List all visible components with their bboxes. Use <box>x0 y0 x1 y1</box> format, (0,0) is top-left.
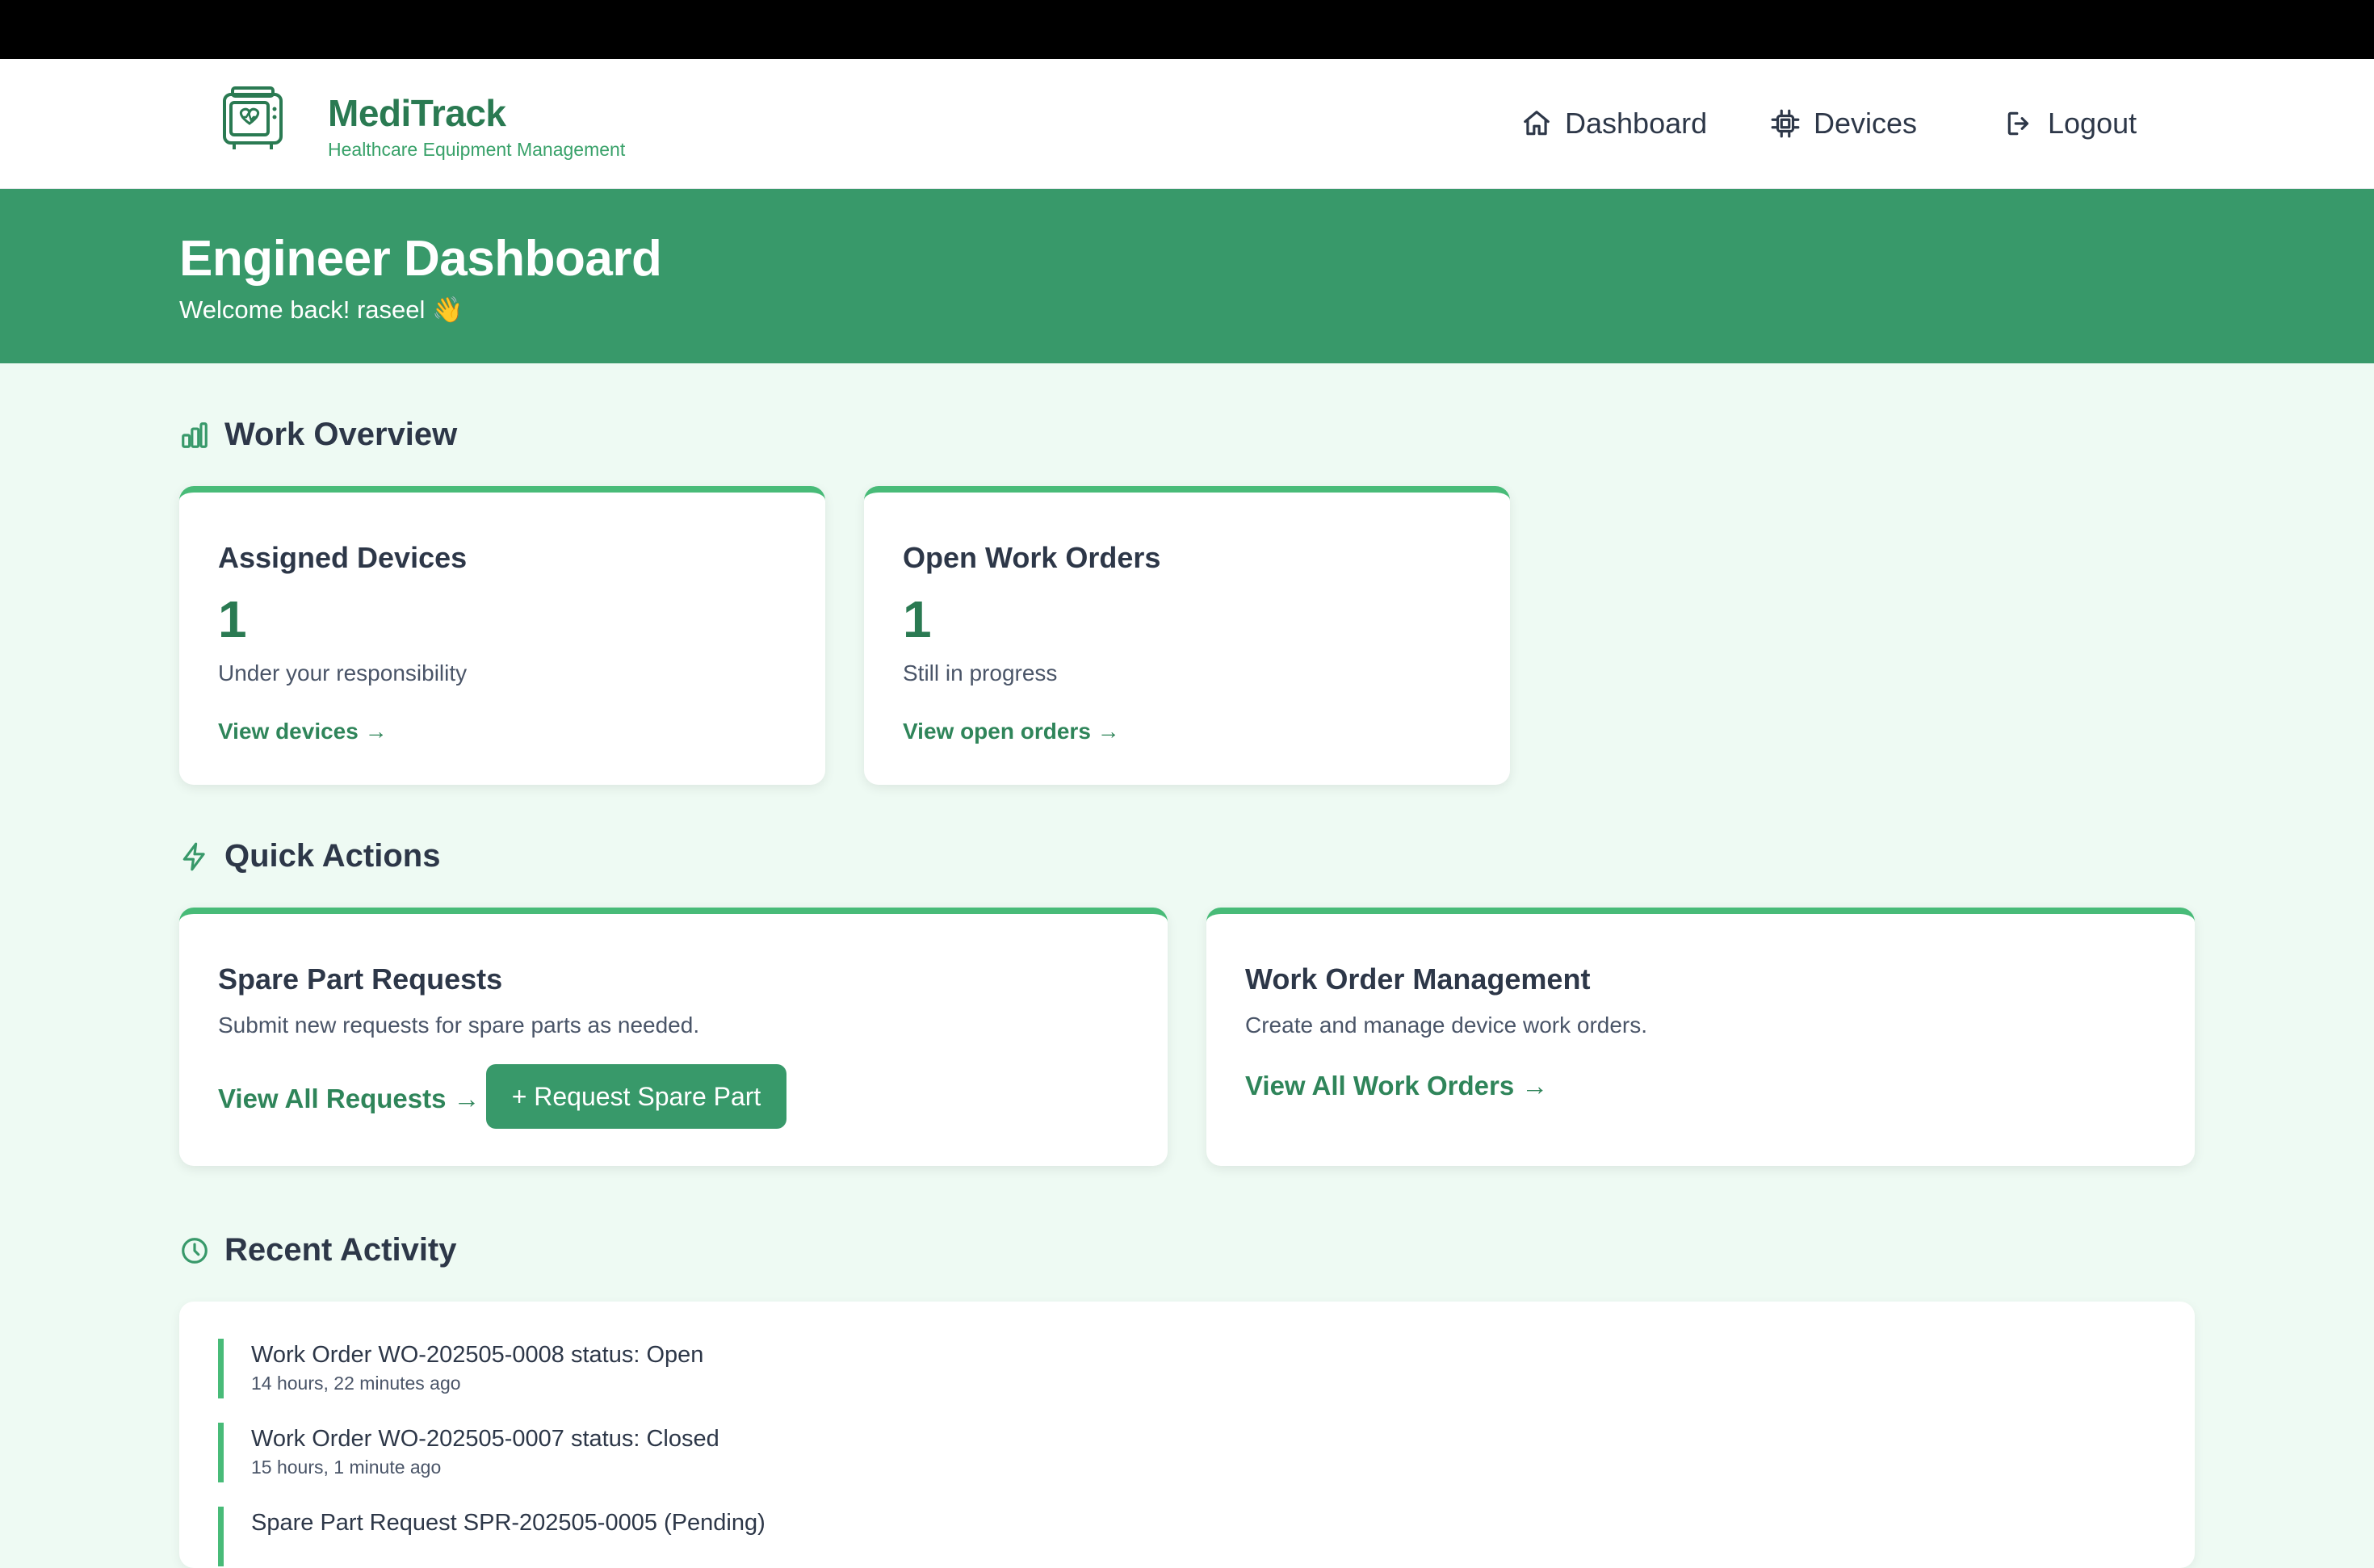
navbar: MediTrack Healthcare Equipment Managemen… <box>0 59 2374 189</box>
chip-icon <box>1771 109 1800 138</box>
card-description: Under your responsibility <box>218 660 468 685</box>
activity-item: Work Order WO-202505-0007 status: Closed… <box>218 1423 2156 1482</box>
section-quick-actions: Quick Actions <box>179 838 440 874</box>
nav-logout[interactable]: Logout <box>2004 101 2137 146</box>
section-title-label: Work Overview <box>224 417 458 452</box>
home-icon <box>1524 111 1550 136</box>
card-assigned-devices: Assigned Devices 1 Under your responsibi… <box>179 486 825 785</box>
card-title: Work Order Management <box>1245 962 1591 996</box>
view-all-requests-link[interactable]: View All Requests → <box>218 1084 480 1114</box>
card-description: Submit new requests for spare parts as n… <box>218 1012 700 1038</box>
card-work-order-management: Work Order Management Create and manage … <box>1206 908 2195 1166</box>
bar-chart-icon <box>182 421 208 448</box>
nav-dashboard[interactable]: Dashboard <box>1521 101 1707 146</box>
brand-name: MediTrack <box>328 92 506 134</box>
card-title: Spare Part Requests <box>218 962 503 996</box>
brand-subtitle: Healthcare Equipment Management <box>328 139 626 160</box>
welcome-message: Welcome back! raseel 👋 <box>179 296 463 324</box>
nav-dashboard-label: Dashboard <box>1565 107 1708 140</box>
lightning-icon <box>182 842 205 870</box>
page-title: Engineer Dashboard <box>179 231 662 287</box>
card-spare-part-requests: Spare Part Requests Submit new requests … <box>179 908 1168 1166</box>
activity-item: Spare Part Request SPR-202505-0005 (Pend… <box>218 1507 2156 1566</box>
view-devices-link[interactable]: View devices → <box>218 719 388 744</box>
activity-time: 15 hours, 1 minute ago <box>251 1457 442 1478</box>
card-description: Create and manage device work orders. <box>1245 1012 1648 1038</box>
open-work-orders-count: 1 <box>903 590 932 648</box>
view-all-work-orders-link[interactable]: View All Work Orders → <box>1245 1071 1548 1101</box>
logout-icon <box>2007 111 2029 136</box>
activity-time: 14 hours, 22 minutes ago <box>251 1373 461 1394</box>
section-title-label: Recent Activity <box>224 1232 457 1268</box>
view-open-orders-link[interactable]: View open orders → <box>903 719 1120 744</box>
section-work-overview: Work Overview <box>179 417 457 453</box>
section-title-label: Quick Actions <box>224 838 441 874</box>
clock-icon <box>182 1237 208 1264</box>
card-title: Assigned Devices <box>218 541 468 574</box>
nav-devices-label: Devices <box>1814 107 1918 140</box>
activity-text: Work Order WO-202505-0007 status: Closed <box>251 1426 719 1452</box>
request-spare-part-button[interactable]: + Request Spare Part <box>486 1064 786 1129</box>
activity-item: Work Order WO-202505-0008 status: Open 1… <box>218 1339 2156 1398</box>
brand[interactable]: MediTrack Healthcare Equipment Managemen… <box>218 83 625 162</box>
section-recent-activity: Recent Activity <box>179 1232 457 1268</box>
activity-text: Work Order WO-202505-0008 status: Open <box>251 1342 704 1368</box>
recent-activity-list: Work Order WO-202505-0008 status: Open 1… <box>179 1302 2195 1568</box>
top-black-bar <box>0 0 2374 59</box>
assigned-devices-count: 1 <box>218 590 247 648</box>
nav-logout-label: Logout <box>2048 107 2137 140</box>
hero-banner: Engineer Dashboard Welcome back! raseel … <box>0 189 2374 363</box>
activity-text: Spare Part Request SPR-202505-0005 (Pend… <box>251 1510 765 1536</box>
card-description: Still in progress <box>903 660 1058 685</box>
nav-devices[interactable]: Devices <box>1770 101 1917 146</box>
medical-monitor-logo-icon <box>223 86 283 149</box>
card-open-work-orders: Open Work Orders 1 Still in progress Vie… <box>864 486 1510 785</box>
card-title: Open Work Orders <box>903 541 1161 574</box>
